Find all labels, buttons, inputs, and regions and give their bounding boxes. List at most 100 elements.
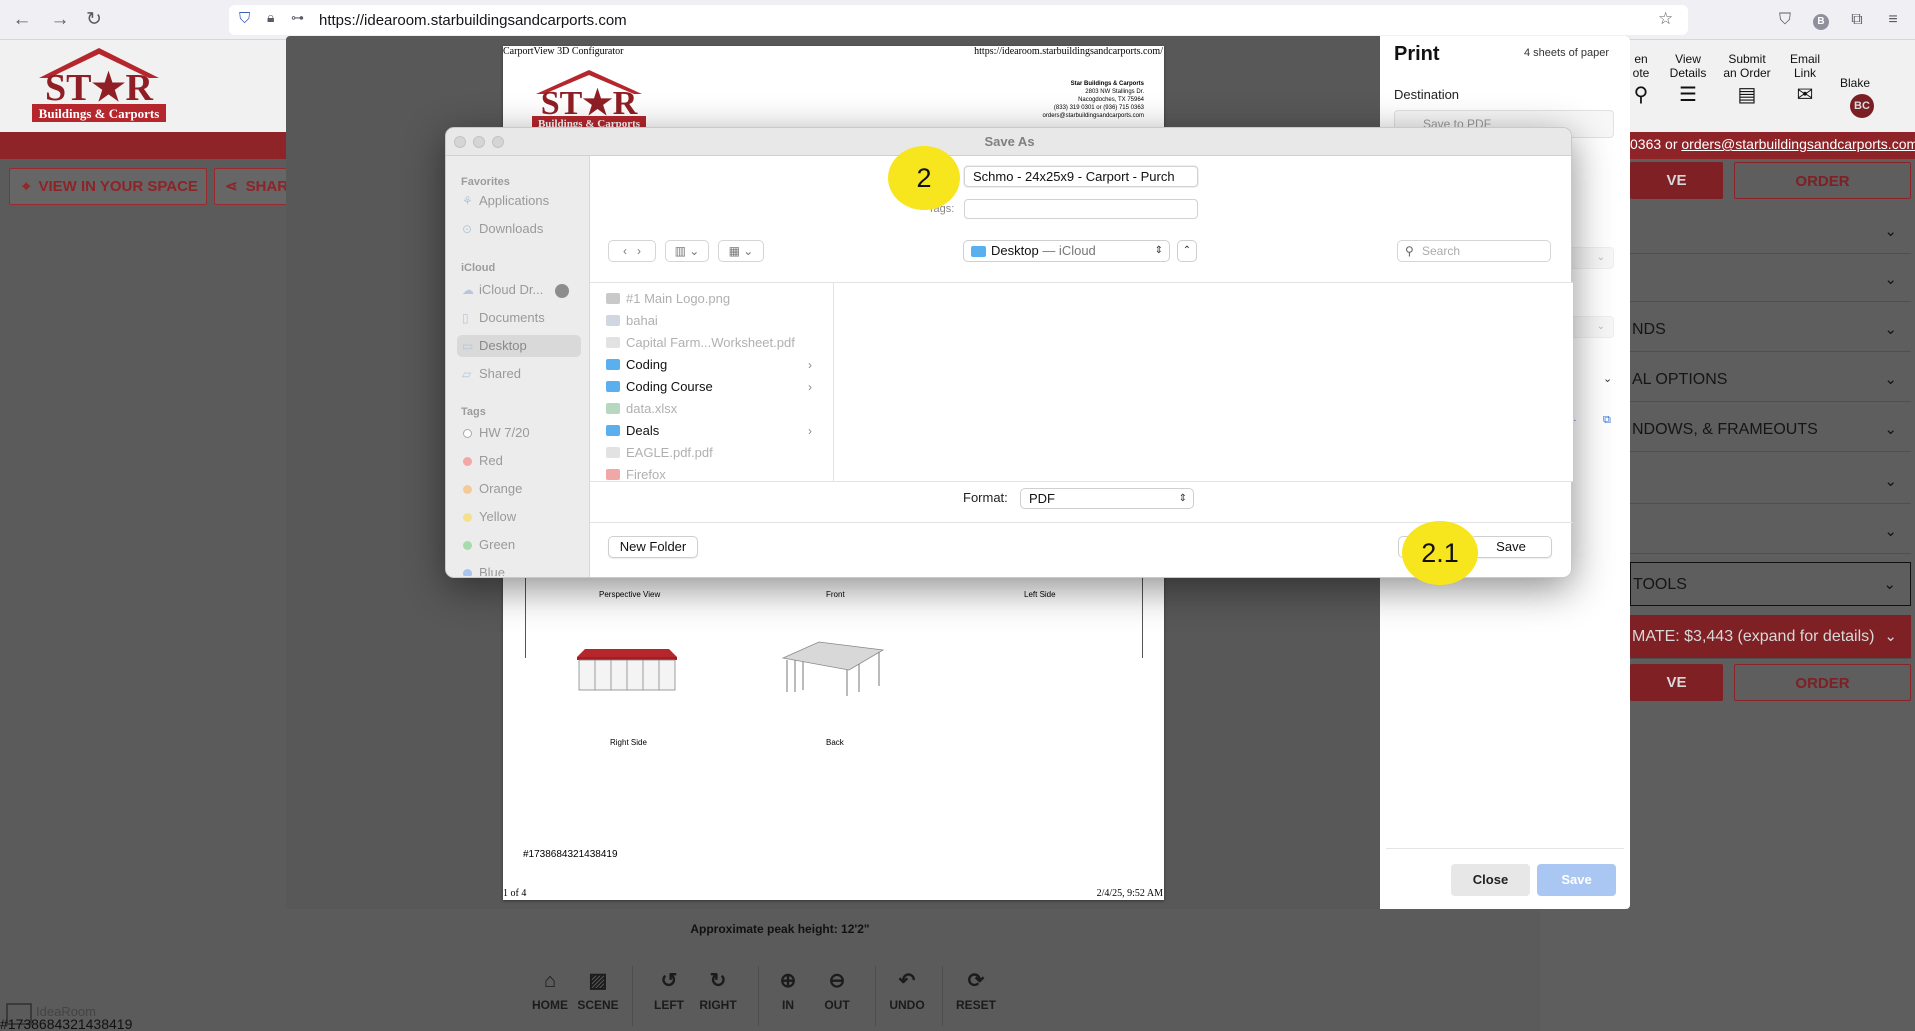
star-logo[interactable]: ST★R Buildings & Carports bbox=[29, 48, 169, 124]
lock-icon[interactable]: 🔒︎ bbox=[267, 9, 287, 29]
sidebar-tag-hw[interactable]: HW 7/20 bbox=[457, 422, 581, 444]
file-item[interactable]: EAGLE.pdf.pdf bbox=[604, 442, 826, 464]
view-mode-grid[interactable]: ▦ ⌄ bbox=[718, 240, 764, 262]
tag-dot-icon bbox=[463, 429, 472, 438]
sidebar-item-documents[interactable]: ▯ Documents bbox=[457, 307, 581, 329]
accordion-section-6[interactable]: ⌄ bbox=[1630, 460, 1911, 504]
caption-left-side: Left Side bbox=[1024, 590, 1056, 599]
accordion-section-tools[interactable]: TOOLS ⌄ bbox=[1630, 562, 1911, 606]
back-forward-buttons[interactable]: ‹ › bbox=[608, 240, 656, 262]
desktop-icon: ▭ bbox=[462, 339, 474, 353]
tags-field[interactable] bbox=[964, 199, 1198, 219]
tag-dot-icon bbox=[463, 485, 472, 494]
file-item[interactable]: bahai bbox=[604, 310, 826, 332]
order-button-2[interactable]: ORDER bbox=[1734, 664, 1911, 701]
search-icon: ⚲ bbox=[1405, 244, 1414, 258]
avatar[interactable]: BC bbox=[1850, 94, 1874, 118]
accordion-section-7[interactable]: ⌄ bbox=[1630, 510, 1911, 554]
accordion-section-1[interactable]: ⌄ bbox=[1630, 210, 1911, 254]
reload-icon[interactable]: ↻ bbox=[82, 9, 106, 31]
chevron-down-icon: ⌄ bbox=[1884, 271, 1897, 288]
home-button[interactable]: ⌂ HOME bbox=[525, 970, 575, 1012]
accordion-section-2[interactable]: ⌄ bbox=[1630, 258, 1911, 302]
sidebar-tag-blue[interactable]: Blue bbox=[457, 562, 581, 576]
format-select[interactable]: PDF ⇕ bbox=[1020, 488, 1194, 509]
file-item[interactable]: Firefox bbox=[604, 464, 826, 482]
undo-button[interactable]: ↶ UNDO bbox=[882, 970, 932, 1012]
shield-icon[interactable]: ⛉ bbox=[239, 10, 259, 30]
caption-perspective: Perspective View bbox=[599, 590, 661, 599]
preview-header-right: https://idearoom.starbuildingsandcarport… bbox=[974, 46, 1163, 57]
file-item[interactable]: data.xlsx bbox=[604, 398, 826, 420]
scene-button[interactable]: ▨ SCENE bbox=[573, 970, 623, 1012]
rotate-left-button[interactable]: ↺ LEFT bbox=[644, 970, 694, 1012]
file-item[interactable]: #1 Main Logo.png bbox=[604, 288, 826, 310]
sidebar-item-shared[interactable]: ▱ Shared bbox=[457, 363, 581, 385]
location-popup[interactable]: Desktop — iCloud ⇕ bbox=[963, 240, 1170, 262]
extension-badge[interactable]: B bbox=[1810, 9, 1832, 31]
pocket-icon[interactable]: ⛉ bbox=[1774, 9, 1796, 31]
external-link-icon[interactable]: ⧉ bbox=[1603, 414, 1611, 427]
extensions-icon[interactable]: ⧉ bbox=[1846, 9, 1868, 31]
folder-item[interactable]: Coding Course › bbox=[604, 376, 826, 398]
share-icon: ⋖ bbox=[225, 178, 238, 195]
estimate-bar[interactable]: MATE: $3,443 (expand for details) ⌄ bbox=[1630, 615, 1911, 659]
menu-icon[interactable]: ≡ bbox=[1882, 9, 1904, 31]
nav-submit-order[interactable]: Submit an Order ▤ bbox=[1716, 52, 1778, 106]
filename-field[interactable]: Schmo - 24x25x9 - Carport - Purch bbox=[964, 166, 1198, 187]
folder-item[interactable]: Coding › bbox=[604, 354, 826, 376]
sidebar-item-icloud-drive[interactable]: ☁ iCloud Dr... bbox=[457, 279, 581, 301]
cloud-icon: ☁ bbox=[462, 283, 474, 297]
accordion-section-3[interactable]: NDS ⌄ bbox=[1630, 308, 1911, 352]
columns-view-icon: ▥ ⌄ bbox=[674, 244, 700, 258]
file-item[interactable]: Capital Farm...Worksheet.pdf bbox=[604, 332, 826, 354]
right-side-view-image bbox=[575, 647, 679, 697]
accordion-section-windows-frameouts[interactable]: NDOWS, & FRAMEOUTS ⌄ bbox=[1630, 408, 1911, 452]
reset-button[interactable]: ⟳ RESET bbox=[951, 970, 1001, 1012]
nav-view-details[interactable]: View Details ☰ bbox=[1657, 52, 1719, 106]
tag-dot-icon bbox=[463, 457, 472, 466]
print-close-button[interactable]: Close bbox=[1451, 864, 1530, 896]
back-icon[interactable]: ← bbox=[10, 9, 34, 31]
view-in-your-space-button[interactable]: ⌖ VIEW IN YOUR SPACE bbox=[9, 168, 207, 205]
more-settings-chevron-icon[interactable]: ⌄ bbox=[1603, 372, 1612, 385]
search-input[interactable]: ⚲ Search bbox=[1397, 240, 1551, 262]
zoom-out-button[interactable]: ⊖ OUT bbox=[812, 970, 862, 1012]
rotate-right-button[interactable]: ↻ RIGHT bbox=[693, 970, 743, 1012]
sidebar-tag-green[interactable]: Green bbox=[457, 534, 581, 556]
home-icon: ⌂ bbox=[543, 970, 557, 992]
toolbar-divider bbox=[758, 966, 759, 1026]
forward-icon[interactable]: → bbox=[48, 9, 72, 31]
sidebar-tag-yellow[interactable]: Yellow bbox=[457, 506, 581, 528]
save-design-button[interactable]: VE bbox=[1630, 162, 1723, 199]
order-button[interactable]: ORDER bbox=[1734, 162, 1911, 199]
permissions-icon[interactable]: ⊶ bbox=[291, 10, 311, 30]
document-icon: ▤ bbox=[1737, 84, 1757, 106]
accordion-section-additional-options[interactable]: AL OPTIONS ⌄ bbox=[1630, 358, 1911, 402]
share-button[interactable]: ⋖ SHAR bbox=[214, 168, 294, 205]
save-design-button-2[interactable]: VE bbox=[1630, 664, 1723, 701]
sidebar-tag-orange[interactable]: Orange bbox=[457, 478, 581, 500]
print-save-button[interactable]: Save bbox=[1537, 864, 1616, 896]
save-button[interactable]: Save bbox=[1470, 536, 1552, 558]
view-mode-columns[interactable]: ▥ ⌄ bbox=[665, 240, 709, 262]
grid-view-icon: ▦ ⌄ bbox=[728, 244, 754, 258]
folder-item[interactable]: Deals › bbox=[604, 420, 826, 442]
nav-email-link[interactable]: Email Link ✉ bbox=[1774, 52, 1836, 106]
format-label: Format: bbox=[963, 490, 1008, 505]
ar-icon: ⌖ bbox=[22, 178, 31, 195]
sidebar-item-applications[interactable]: ⚘ Applications bbox=[457, 190, 581, 212]
preview-logo: ST★R Buildings & Carports bbox=[528, 70, 650, 130]
chevron-down-icon: ⌄ bbox=[1884, 321, 1897, 338]
address-bar[interactable]: ⛉ 🔒︎ ⊶ https://idearoom.starbuildingsand… bbox=[229, 5, 1688, 35]
sidebar-tag-red[interactable]: Red bbox=[457, 450, 581, 472]
zoom-in-button[interactable]: ⊕ IN bbox=[763, 970, 813, 1012]
bookmark-star-icon[interactable]: ☆ bbox=[1658, 9, 1678, 29]
new-folder-button[interactable]: New Folder bbox=[608, 536, 698, 558]
sidebar-item-desktop[interactable]: ▭ Desktop bbox=[457, 335, 581, 357]
mail-icon: ✉ bbox=[1796, 84, 1814, 106]
sidebar-item-downloads[interactable]: ⊙ Downloads bbox=[457, 218, 581, 240]
up-down-arrows-icon: ⇕ bbox=[1178, 493, 1187, 504]
contact-email-link[interactable]: orders@starbuildingsandcarports.com bbox=[1681, 136, 1915, 152]
collapse-chevron-button[interactable]: ⌃ bbox=[1177, 240, 1197, 262]
